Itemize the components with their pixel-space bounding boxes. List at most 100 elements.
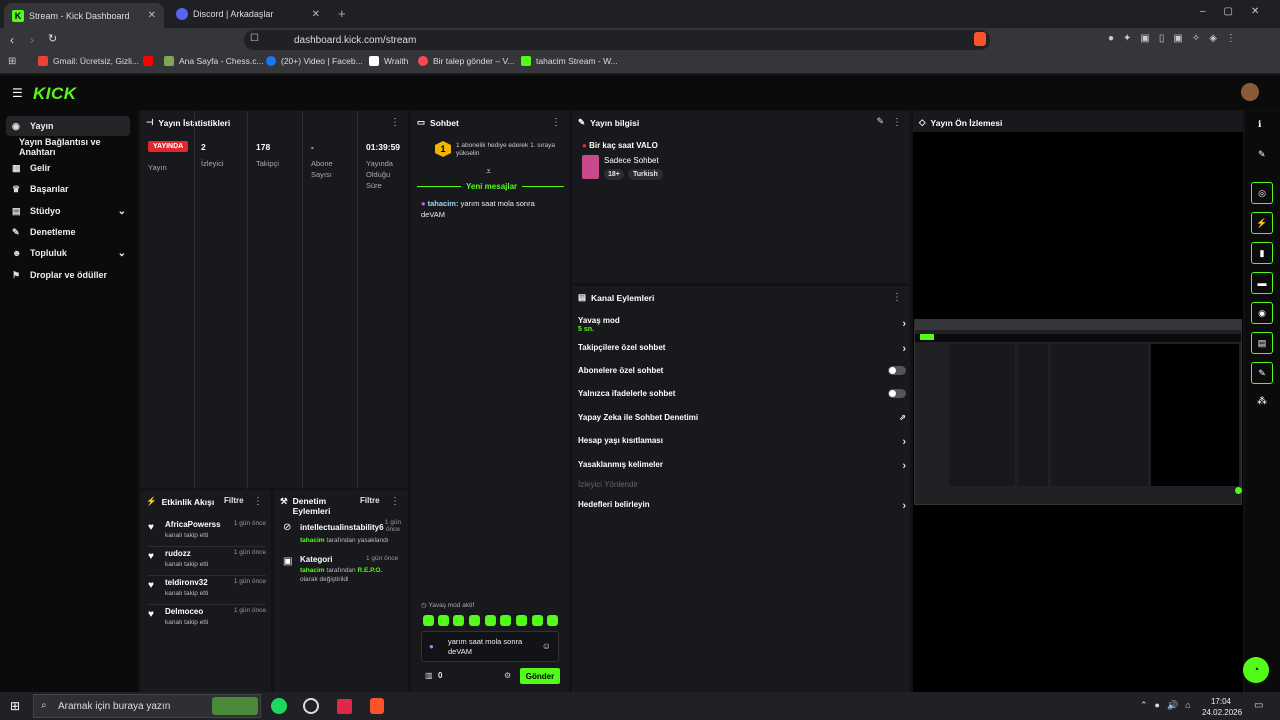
bookmark-chess[interactable]: Ana Sayfa - Chess.c...	[164, 56, 264, 66]
filter-button[interactable]: Filtre	[224, 496, 244, 505]
status-dot	[1235, 487, 1242, 494]
emote[interactable]	[485, 615, 496, 626]
live-dot-icon: ●	[582, 141, 587, 150]
brave-shield-icon[interactable]	[974, 32, 986, 46]
emote[interactable]	[547, 615, 558, 626]
more-icon[interactable]: ⋮	[551, 117, 561, 128]
slow-mode-row[interactable]: Yavaş mod 5 sn. ›	[578, 316, 906, 338]
back-icon[interactable]: ‹	[10, 33, 14, 47]
more-icon[interactable]: ⋮	[892, 117, 902, 128]
filter-button[interactable]: Filtre	[360, 496, 380, 505]
preview-video[interactable]	[914, 319, 1242, 505]
gift-icon[interactable]: ▥	[425, 671, 433, 680]
sidebar-item-droplar[interactable]: ⚑ Droplar ve ödüller	[6, 265, 130, 285]
sidebar-item-stream-key[interactable]: Yayın Bağlantısı ve Anahtarı	[6, 137, 130, 157]
bookmark-tahacim-stream[interactable]: tahacim Stream - W...	[521, 56, 618, 66]
chat-message: ● tahacim: yarım saat mola sonra deVAM	[421, 199, 535, 219]
camera-icon[interactable]: ◎	[1251, 182, 1273, 204]
bookmark-gmail[interactable]: Gmail: Ücretsiz, Gizli...	[38, 56, 139, 66]
close-tab-icon[interactable]: ✕	[148, 10, 156, 21]
panel-title: ⚒ Denetim Eylemleri	[280, 496, 331, 516]
sidebar-item-basarilar[interactable]: ♛ Başarılar	[6, 179, 130, 199]
more-icon[interactable]: ⋮	[892, 292, 902, 303]
pin-icon[interactable]: ⩡	[486, 166, 491, 177]
emote[interactable]	[532, 615, 543, 626]
bolt-icon[interactable]: ⚡	[1251, 212, 1273, 234]
kick-logo[interactable]: KICK	[33, 84, 77, 104]
goals-row[interactable]: Hedefleri belirleyin ›	[578, 500, 906, 522]
apps-icon[interactable]: ⁂	[1257, 396, 1267, 407]
system-tray[interactable]: ⌃●🔊⌂	[1140, 700, 1198, 711]
tab-title: Discord | Arkadaşlar	[193, 9, 274, 19]
account-age-row[interactable]: Hesap yaşı kısıtlaması ›	[578, 436, 906, 458]
more-icon[interactable]: ⋮	[390, 496, 400, 507]
sidebar-item-denetleme[interactable]: ✎ Denetleme	[6, 222, 130, 242]
document-icon[interactable]: ▮	[1251, 242, 1273, 264]
emote[interactable]	[469, 615, 480, 626]
wrench-icon[interactable]: ✎	[1251, 362, 1273, 384]
tab-discord[interactable]: Discord | Arkadaşlar ✕	[168, 4, 328, 24]
send-button[interactable]: Gönder	[520, 668, 560, 684]
chat-bubble-icon[interactable]: ▬	[1251, 272, 1273, 294]
sidebar-item-gelir[interactable]: ▦ Gelir	[6, 158, 130, 178]
chevron-down-icon: ⌄	[117, 205, 126, 217]
broadcast-icon[interactable]: ◉	[1251, 302, 1273, 324]
stream-preview-panel: ◇ Yayın Ön İzlemesi	[913, 111, 1243, 692]
spotify-taskbar-icon[interactable]	[271, 698, 287, 714]
ai-moderation-row[interactable]: Yapay Zeka ile Sohbet Denetimi ⇗	[578, 413, 906, 435]
subscribers-only-row[interactable]: Abonelere özel sohbet	[578, 366, 906, 388]
apps-icon[interactable]: ⊞	[8, 56, 16, 67]
app-taskbar-icon[interactable]	[337, 699, 352, 714]
heart-icon: ♥	[148, 551, 154, 562]
sidebar-item-yayin[interactable]: ◉ Yayın	[6, 116, 130, 136]
sidebar-item-studyo[interactable]: ▤ Stüdyo ⌄	[6, 201, 130, 221]
reload-icon[interactable]: ↻	[48, 32, 57, 45]
heart-icon: ♥	[148, 580, 154, 591]
emote[interactable]	[423, 615, 434, 626]
list-item: ♥ Delmoceo kanalı takip etti 1 gün önce	[148, 607, 266, 626]
bookmark-facebook[interactable]: (20+) Video | Faceb...	[266, 56, 363, 66]
forward-icon[interactable]: ›	[30, 33, 34, 47]
avatar[interactable]	[1241, 83, 1259, 101]
new-tab-button[interactable]: +	[338, 6, 346, 21]
bookmark-talep[interactable]: Bir talep gönder – V...	[418, 56, 514, 66]
edit-icon[interactable]: ✎	[1258, 149, 1266, 160]
emoji-icon[interactable]: ☺	[542, 641, 551, 651]
notifications-icon[interactable]: ▭	[1254, 700, 1263, 711]
url-field[interactable]: dashboard.kick.com/stream	[244, 30, 990, 50]
close-tab-icon[interactable]: ✕	[312, 9, 320, 20]
emote[interactable]	[438, 615, 449, 626]
emote[interactable]	[500, 615, 511, 626]
layers-icon[interactable]: ▤	[1251, 332, 1273, 354]
window-controls[interactable]: –▢✕	[1200, 6, 1277, 17]
menu-icon[interactable]: ☰	[12, 86, 23, 100]
banned-words-row[interactable]: Yasaklanmış kelimeler ›	[578, 460, 906, 482]
chevron-right-icon: ›	[902, 436, 906, 448]
clock[interactable]: 17:04 24.02.2026	[1202, 696, 1242, 718]
info-icon[interactable]: ℹ	[1258, 119, 1261, 130]
followers-only-row[interactable]: Takipçilere özel sohbet ›	[578, 343, 906, 365]
more-icon[interactable]: ⋮	[253, 496, 263, 507]
tag-badge: 18+	[604, 169, 624, 180]
subscribers-only-toggle[interactable]	[888, 366, 906, 375]
bookmark-icon[interactable]: ☐	[250, 33, 259, 44]
bookmark-youtube[interactable]	[143, 56, 158, 66]
obs-taskbar-icon[interactable]	[303, 698, 319, 714]
sidebar-item-topluluk[interactable]: ☻ Topluluk ⌄	[6, 243, 130, 263]
emotes-only-toggle[interactable]	[888, 389, 906, 398]
brave-taskbar-icon[interactable]	[370, 698, 384, 714]
emote[interactable]	[453, 615, 464, 626]
edit-icon[interactable]: ✎	[876, 116, 884, 127]
help-chat-icon[interactable]: ◔	[1243, 657, 1269, 683]
activity-feed-panel: ⚡ Etkinlik Akışı Filtre ⋮ ♥ AfricaPowerss k…	[140, 490, 271, 692]
bookmark-wraith[interactable]: Wraith	[369, 56, 408, 66]
discord-favicon-icon	[176, 8, 188, 20]
emotes-only-row[interactable]: Yalnızca ifadelerle sohbet	[578, 389, 906, 411]
windows-start-icon[interactable]: ⊞	[10, 699, 20, 713]
extension-icons[interactable]: ●✦▣▯▣✧◈⋮	[1108, 33, 1245, 44]
emote[interactable]	[516, 615, 527, 626]
chat-input[interactable]: ● yarım saat mola sonra deVAM ☺	[421, 631, 559, 662]
taskbar-search-field[interactable]: ⌕ Aramak için buraya yazın	[33, 694, 261, 718]
tab-kick-dashboard[interactable]: K Stream - Kick Dashboard ✕	[4, 3, 164, 28]
settings-gear-icon[interactable]: ⚙	[504, 671, 511, 680]
